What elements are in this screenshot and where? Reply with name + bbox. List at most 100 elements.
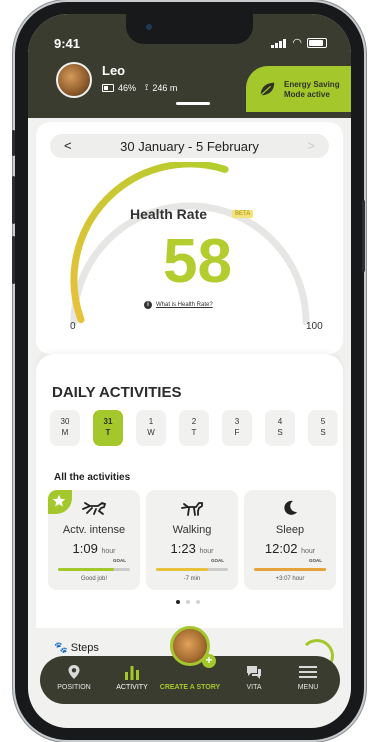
day-number: 5 [320, 417, 326, 426]
day-letter: M [61, 428, 69, 437]
steps-label-row: 🐾 Steps [54, 641, 99, 654]
activity-name: Walking [172, 524, 212, 536]
day-letter: S [277, 428, 283, 437]
activity-value: 12:02 [264, 541, 298, 556]
notch [126, 14, 253, 44]
activity-progress-fill [58, 568, 115, 571]
hamburger-menu-icon [278, 664, 338, 680]
status-time: 9:41 [54, 36, 81, 51]
day-chip[interactable]: 1W [136, 410, 166, 446]
health-info-link[interactable]: i What is Health Rate? [144, 301, 213, 309]
leaf-icon [260, 82, 275, 96]
nav-label: MENU [297, 684, 319, 691]
health-card: < 30 January - 5 February > Health Rate … [36, 122, 343, 354]
tracker-battery-icon [102, 83, 114, 92]
day-chip[interactable]: 3F [222, 410, 252, 446]
nav-menu[interactable]: MENU [278, 664, 338, 691]
day-chip[interactable]: 2T [179, 410, 209, 446]
day-letter: T [105, 428, 111, 437]
all-activities-title: All the activities [54, 472, 131, 483]
tracker-battery: 46% [118, 82, 137, 93]
day-number: 1 [148, 417, 154, 426]
activity-progress-track [58, 568, 130, 571]
activity-note: -7 min [183, 576, 201, 582]
activity-progress-track [156, 568, 228, 571]
gauge-min-label: 0 [70, 321, 76, 332]
activity-unit: hour [199, 548, 214, 555]
activity-value: 1:09 [72, 541, 98, 556]
goal-label: GOAL [113, 558, 126, 563]
next-week-icon[interactable]: > [307, 138, 315, 153]
goal-label: GOAL [211, 558, 224, 563]
daily-activities-card: DAILY ACTIVITIES 30 M 31 T 1W 2T 3F 4S 5S … [36, 354, 343, 628]
day-chip[interactable]: 4S [265, 410, 295, 446]
day-chip[interactable]: 30 M [50, 410, 80, 446]
nav-label: VITA [246, 684, 262, 691]
create-story-label: CREATE A STORY [159, 684, 221, 691]
pet-avatar[interactable] [56, 62, 92, 98]
status-icons: ◠ [271, 36, 327, 49]
paw-icon: 🐾 [54, 642, 68, 654]
nav-position[interactable]: POSITION [44, 664, 104, 691]
silent-switch [12, 130, 15, 156]
moon-icon [244, 500, 336, 521]
volume-down-button [12, 236, 15, 284]
day-chip-selected[interactable]: 31 T [93, 410, 123, 446]
steps-label: Steps [70, 642, 99, 654]
wifi-icon: ◠ [292, 37, 302, 49]
bar-chart-icon [102, 664, 162, 680]
day-letter: T [191, 428, 197, 437]
activity-value: 1:23 [170, 541, 196, 556]
activity-tile-walking[interactable]: Walking 1:23 hour GOAL -7 min [146, 490, 238, 590]
day-number: 4 [277, 417, 283, 426]
activity-value-row: 1:23 hour [146, 541, 238, 556]
carousel-dot[interactable] [176, 600, 180, 604]
nav-vita[interactable]: VITA [224, 664, 284, 691]
activity-tile-sleep[interactable]: Sleep 12:02 hour GOAL +3:07 hour [244, 490, 336, 590]
app-screen: 9:41 ◠ Leo 46% ⟟ 246 m Energy Saving Mod… [28, 14, 351, 728]
volume-up-button [12, 176, 15, 224]
pet-name: Leo [102, 63, 126, 78]
date-range-selector[interactable]: < 30 January - 5 February > [50, 134, 329, 158]
day-letter: W [147, 428, 155, 437]
activity-progress-track [254, 568, 326, 571]
energy-line-1: Energy Saving [284, 80, 340, 89]
activity-unit: hour [301, 548, 316, 555]
energy-saving-text: Energy Saving Mode active [284, 80, 340, 100]
chat-icon [224, 664, 284, 680]
battery-icon [307, 37, 327, 48]
day-number: 30 [60, 417, 70, 426]
activity-tiles: Actv. intense 1:09 hour GOAL Good job! W… [48, 490, 336, 590]
distance: 246 m [152, 82, 178, 93]
plus-icon[interactable]: + [202, 654, 216, 668]
running-dog-icon [48, 500, 140, 521]
activity-progress-fill [254, 568, 326, 571]
day-number: 3 [234, 417, 240, 426]
nav-label: POSITION [57, 684, 91, 691]
day-number: 31 [103, 417, 113, 426]
date-range-label: 30 January - 5 February [120, 139, 259, 154]
activity-tile-intense[interactable]: Actv. intense 1:09 hour GOAL Good job! [48, 490, 140, 590]
energy-saving-badge[interactable]: Energy Saving Mode active [246, 66, 351, 112]
day-number: 2 [191, 417, 197, 426]
day-letter: F [234, 428, 240, 437]
day-chip[interactable]: 5S [308, 410, 338, 446]
day-selector: 30 M 31 T 1W 2T 3F 4S 5S [50, 410, 338, 446]
activity-name: Actv. intense [62, 524, 126, 536]
carousel-dots [176, 600, 200, 604]
day-letter: S [320, 428, 326, 437]
activity-value-row: 1:09 hour [48, 541, 140, 556]
carousel-dot[interactable] [186, 600, 190, 604]
activity-note: Good job! [80, 576, 108, 582]
info-link-text[interactable]: What is Health Rate? [156, 302, 213, 308]
info-icon: i [144, 301, 152, 309]
camera [146, 24, 152, 30]
activity-note: +3:07 hour [275, 576, 305, 582]
carousel-dot[interactable] [196, 600, 200, 604]
activity-name: Sleep [275, 524, 305, 536]
activity-progress-fill [156, 568, 208, 571]
goal-label: GOAL [309, 558, 322, 563]
power-button [362, 200, 365, 272]
activity-value-row: 12:02 hour [244, 541, 336, 556]
health-score: 58 [163, 227, 232, 296]
